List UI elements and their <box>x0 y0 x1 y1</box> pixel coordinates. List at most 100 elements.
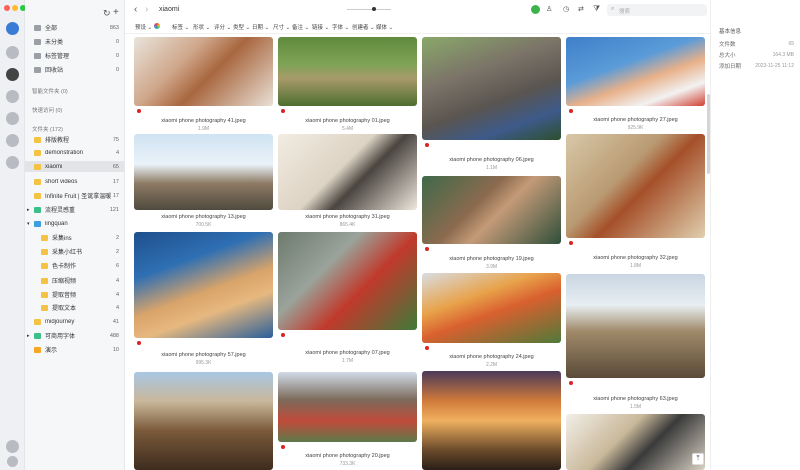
info-value: 164.3 MB <box>772 52 794 58</box>
card-meta: 5.4M <box>341 126 354 132</box>
sidebar-item-tag-mgmt[interactable]: 标签管理 0 <box>25 50 124 61</box>
sidebar-folder[interactable]: 提取音频 4 <box>25 289 124 300</box>
image-card[interactable]: xiaomi phone photography 13.jpeg 700.5K <box>134 134 273 229</box>
filter-tag[interactable]: 标签 ⌄ <box>172 23 189 31</box>
photo-thumbnail <box>566 414 705 470</box>
zoom-slider[interactable] <box>347 9 391 10</box>
sidebar-folder[interactable]: 提取文本 4 <box>25 302 124 313</box>
filter-media[interactable]: 媒体 ⌄ <box>376 23 393 31</box>
scroll-top-button[interactable]: ⤒ <box>692 453 704 465</box>
sidebar-folder[interactable]: 色卡制作 6 <box>25 260 124 271</box>
image-card[interactable]: xiaomi phone photography 07.jpeg 1.7M <box>278 232 417 370</box>
compass-icon[interactable] <box>6 112 19 125</box>
sidebar-folder[interactable]: 演示 10 <box>25 344 124 355</box>
filter-font[interactable]: 字体 ⌄ <box>332 23 349 31</box>
filter-icon[interactable]: ⧩ <box>593 4 600 14</box>
quick-access-header[interactable]: 快速访问 (0) <box>32 106 62 114</box>
image-card[interactable]: xiaomi phone photography 01.jpeg 5.4M <box>278 37 417 132</box>
filter-date[interactable]: 日期 ⌄ <box>252 23 269 31</box>
image-card[interactable]: xiaomi phone photography 20.jpeg 733.3K <box>278 372 417 470</box>
library-icon[interactable] <box>6 46 19 59</box>
explore-icon[interactable] <box>6 134 19 147</box>
info-title: 基本信息 <box>719 29 742 35</box>
chevron-right-icon[interactable]: › <box>145 4 148 15</box>
sidebar-folder[interactable]: midjourney 41 <box>25 316 124 327</box>
expand-icon[interactable]: ▸ <box>27 207 34 213</box>
image-card[interactable] <box>566 414 705 470</box>
folder-nav-icon[interactable] <box>6 68 19 81</box>
image-card[interactable] <box>134 372 273 470</box>
image-card[interactable]: xiaomi phone photography 27.jpeg 925.9K <box>566 37 705 132</box>
zoom-slider-thumb[interactable] <box>372 7 376 11</box>
photo-watermark <box>278 442 417 452</box>
sidebar-folder[interactable]: Infinite Fruit | 圣诞拿温暖 17 <box>25 190 124 201</box>
cloud-icon[interactable] <box>6 90 19 103</box>
avatar[interactable] <box>6 22 19 35</box>
collapse-icon[interactable]: ▾ <box>27 221 34 227</box>
photo-watermark <box>566 106 705 116</box>
filter-note[interactable]: 备注 ⌄ <box>292 23 309 31</box>
photo-watermark <box>566 378 705 388</box>
sidebar-item-unsorted[interactable]: 未分类 0 <box>25 36 124 47</box>
filter-rating[interactable]: 评分 ⌄ <box>214 23 231 31</box>
image-card[interactable]: xiaomi phone photography 06.jpeg 1.1M <box>422 37 561 173</box>
photo-watermark <box>422 140 561 150</box>
image-card[interactable] <box>422 371 561 470</box>
image-card[interactable]: xiaomi phone photography 19.jpeg 3.9M <box>422 176 561 271</box>
sidebar-folder[interactable]: ▾ lingquan <box>25 218 124 229</box>
chevron-left-icon[interactable]: ‹ <box>134 4 137 15</box>
sidebar-folder-selected[interactable]: xiaomi 65 <box>25 161 124 172</box>
filter-creator[interactable]: 创建者 ⌄ <box>352 23 375 31</box>
filter-link[interactable]: 链接 ⌄ <box>312 23 329 31</box>
image-card[interactable]: xiaomi phone photography 63.jpeg 1.5M <box>566 274 705 412</box>
sidebar-folder[interactable]: ▸ 可商用字体 488 <box>25 330 124 341</box>
minimize-window-icon[interactable] <box>12 5 18 11</box>
folders-header[interactable]: 文件夹 (172) <box>32 125 63 133</box>
close-window-icon[interactable] <box>4 5 10 11</box>
image-card[interactable]: xiaomi phone photography 31.jpeg 865.4K <box>278 134 417 229</box>
card-title: xiaomi phone photography 01.jpeg <box>305 118 390 124</box>
sidebar-folder[interactable]: 排版教程 75 <box>25 134 124 145</box>
photo-thumbnail <box>278 232 417 330</box>
sidebar-folder[interactable]: 采集ins 2 <box>25 232 124 243</box>
sidebar-item-trash[interactable]: 回收站 0 <box>25 64 124 75</box>
sidebar-item-all[interactable]: 全部 863 <box>25 22 124 33</box>
sync-icon[interactable]: ↻ <box>103 8 111 19</box>
swap-icon[interactable]: ⇄ <box>578 5 584 13</box>
search-input[interactable]: 搜索 <box>619 7 630 15</box>
card-title: xiaomi phone photography 20.jpeg <box>305 453 390 459</box>
user-icon[interactable]: ♙ <box>546 5 552 13</box>
theme-icon[interactable] <box>7 456 18 467</box>
sidebar-folder[interactable]: 压缩视频 4 <box>25 275 124 286</box>
filter-shape[interactable]: 形状 ⌄ <box>193 23 210 31</box>
color-filter-icon[interactable] <box>154 23 160 29</box>
folder-icon <box>41 291 48 298</box>
folder-icon <box>41 304 48 311</box>
sidebar-folder[interactable]: demonstration 4 <box>25 147 124 158</box>
folder-icon <box>34 163 41 170</box>
settings-icon[interactable] <box>6 156 19 169</box>
clock-icon[interactable]: ◷ <box>563 5 569 13</box>
photo-watermark <box>134 338 273 348</box>
filter-type[interactable]: 类型 ⌄ <box>233 23 250 31</box>
filter-size[interactable]: 尺寸 ⌄ <box>273 23 290 31</box>
app-rail <box>0 0 26 470</box>
image-card[interactable]: xiaomi phone photography 32.jpeg 1.8M <box>566 134 705 270</box>
filter-preset[interactable]: 预设 ⌄ <box>135 23 152 31</box>
status-icon[interactable] <box>531 5 540 14</box>
image-card[interactable]: xiaomi phone photography 57.jpeg 995.3K <box>134 232 273 370</box>
photo-thumbnail <box>566 37 705 106</box>
image-card[interactable]: xiaomi phone photography 24.jpeg 2.2M <box>422 273 561 369</box>
search-box[interactable]: ⌕ 搜索 <box>607 4 707 16</box>
image-card[interactable]: xiaomi phone photography 41.jpeg 1.9M <box>134 37 273 132</box>
sidebar-folder[interactable]: short videos 17 <box>25 176 124 187</box>
folder-icon <box>34 332 41 339</box>
plus-icon[interactable]: + <box>113 7 119 18</box>
expand-icon[interactable]: ▸ <box>27 333 34 339</box>
sidebar-folder[interactable]: ▸ 流程灵感重 121 <box>25 204 124 215</box>
folder-icon <box>41 277 48 284</box>
smart-folders-header[interactable]: 智能文件夹 (0) <box>32 87 68 95</box>
notification-icon[interactable] <box>6 440 19 453</box>
sidebar-folder[interactable]: 采集小红书 2 <box>25 246 124 257</box>
card-title: xiaomi phone photography 27.jpeg <box>593 117 678 123</box>
